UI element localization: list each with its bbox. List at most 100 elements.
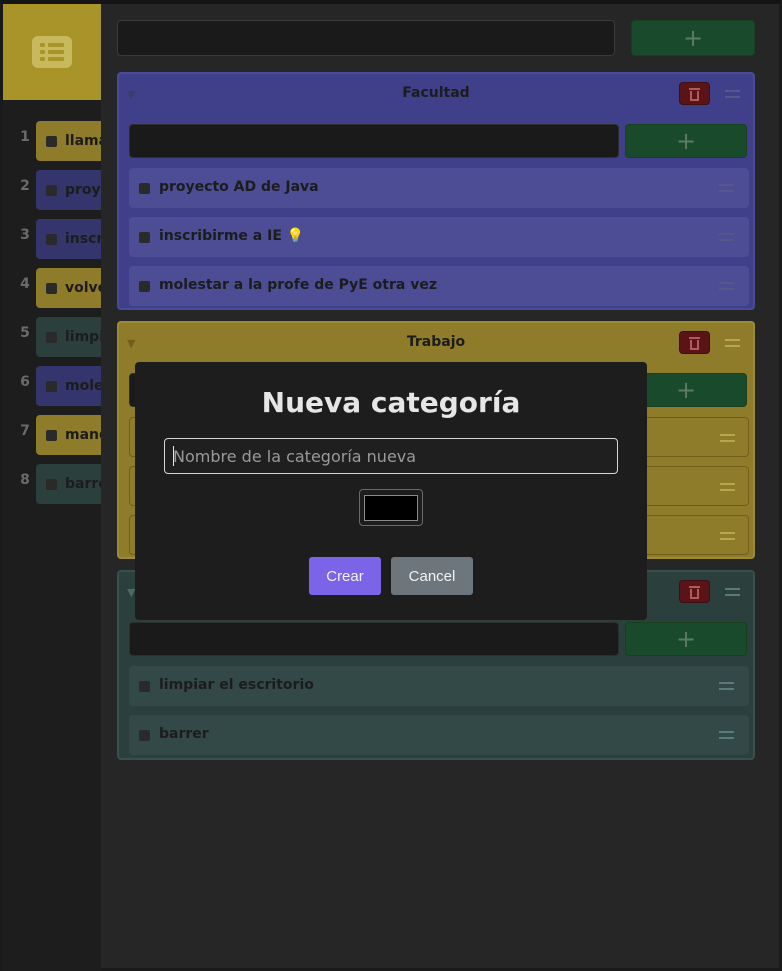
drag-handle-icon[interactable] — [719, 731, 734, 739]
sidebar-item-label: volver — [65, 280, 101, 296]
checkbox[interactable] — [139, 183, 150, 194]
plus-icon: + — [675, 127, 697, 155]
plus-icon: + — [675, 625, 697, 653]
drag-handle-icon[interactable] — [719, 282, 734, 290]
drag-handle-icon[interactable] — [725, 90, 740, 98]
drag-handle-icon[interactable] — [720, 434, 735, 442]
sidebar-row: 8 barrer — [3, 464, 101, 513]
category-card: ▼ Facultad + proyecto AD de Java inscrib… — [117, 72, 755, 310]
color-picker[interactable] — [359, 489, 423, 526]
row-number: 1 — [20, 129, 30, 145]
drag-handle-icon[interactable] — [719, 682, 734, 690]
task-item[interactable]: limpiar el escritorio — [129, 666, 749, 706]
new-task-input[interactable] — [117, 20, 615, 56]
trash-icon — [689, 88, 700, 90]
drag-handle-icon[interactable] — [719, 233, 734, 241]
trash-icon — [689, 337, 700, 339]
category-task-input[interactable] — [129, 622, 619, 656]
sidebar-item[interactable]: molestar — [36, 366, 101, 406]
category-title: Trabajo — [406, 334, 466, 350]
checkbox[interactable] — [46, 429, 57, 441]
category-task-input[interactable] — [129, 124, 619, 158]
cancel-button[interactable]: Cancel — [391, 557, 473, 595]
logo[interactable] — [3, 4, 101, 100]
task-item[interactable]: molestar a la profe de PyE otra vez — [129, 266, 749, 306]
list-icon — [32, 36, 72, 68]
checkbox[interactable] — [139, 232, 150, 243]
new-category-modal: Nueva categoría Crear Cancel — [135, 362, 647, 620]
category-header: ▼ Trabajo — [119, 323, 753, 363]
row-number: 7 — [20, 423, 30, 439]
drag-handle-icon[interactable] — [725, 339, 740, 347]
create-button[interactable]: Crear — [309, 557, 381, 595]
sidebar-item[interactable]: manda — [36, 415, 101, 455]
checkbox[interactable] — [46, 184, 57, 196]
row-number: 2 — [20, 178, 30, 194]
row-number: 5 — [20, 325, 30, 341]
add-category-button[interactable]: + — [631, 20, 755, 56]
drag-handle-icon[interactable] — [720, 532, 735, 540]
task-item[interactable]: proyecto AD de Java — [129, 168, 749, 208]
delete-category-button[interactable] — [679, 331, 710, 354]
task-item[interactable]: inscribirme a IE 💡 — [129, 217, 749, 257]
sidebar-row: 5 limpiar — [3, 317, 101, 366]
sidebar-item-label: manda — [65, 427, 101, 443]
text-cursor — [173, 446, 174, 466]
app-window: 1 llamar 2 proyecto 3 inscribirme — [0, 0, 782, 971]
sidebar-item[interactable]: inscribirme — [36, 219, 101, 259]
sidebar-row: 6 molestar — [3, 366, 101, 415]
sidebar-row: 3 inscribirme — [3, 219, 101, 268]
sidebar-list: 1 llamar 2 proyecto 3 inscribirme — [3, 121, 101, 513]
task-label: molestar a la profe de PyE otra vez — [159, 277, 437, 293]
drag-handle-icon[interactable] — [719, 184, 734, 192]
task-label: inscribirme a IE 💡 — [159, 228, 305, 244]
checkbox[interactable] — [46, 380, 57, 392]
sidebar-item[interactable]: llamar — [36, 121, 101, 161]
sidebar-row: 7 manda — [3, 415, 101, 464]
color-swatch — [364, 494, 418, 521]
category-name-input[interactable] — [164, 438, 618, 474]
category-title: Facultad — [402, 85, 470, 101]
task-label: proyecto AD de Java — [159, 179, 319, 195]
sidebar-item-label: llamar — [65, 133, 101, 149]
add-task-button[interactable]: + — [625, 622, 747, 656]
delete-category-button[interactable] — [679, 580, 710, 603]
plus-icon: + — [675, 376, 697, 404]
trash-icon — [689, 586, 700, 588]
row-number: 6 — [20, 374, 30, 390]
sidebar-item-label: limpiar — [65, 329, 101, 345]
sidebar-row: 1 llamar — [3, 121, 101, 170]
checkbox[interactable] — [46, 233, 57, 245]
checkbox[interactable] — [46, 135, 57, 147]
checkbox[interactable] — [139, 681, 150, 692]
modal-title: Nueva categoría — [261, 386, 521, 419]
plus-icon: + — [682, 24, 704, 52]
sidebar-item-label: barrer — [65, 476, 101, 492]
task-label: limpiar el escritorio — [159, 677, 314, 693]
sidebar-item[interactable]: limpiar — [36, 317, 101, 357]
sidebar-row: 2 proyecto — [3, 170, 101, 219]
checkbox[interactable] — [139, 730, 150, 741]
sidebar-item-label: proyecto — [65, 182, 101, 198]
sidebar-item[interactable]: proyecto — [36, 170, 101, 210]
delete-category-button[interactable] — [679, 82, 710, 105]
sidebar-item[interactable]: volver — [36, 268, 101, 308]
row-number: 3 — [20, 227, 30, 243]
sidebar-row: 4 volver — [3, 268, 101, 317]
row-number: 8 — [20, 472, 30, 488]
drag-handle-icon[interactable] — [720, 483, 735, 491]
checkbox[interactable] — [139, 281, 150, 292]
add-task-button[interactable]: + — [625, 124, 747, 158]
row-number: 4 — [20, 276, 30, 292]
checkbox[interactable] — [46, 282, 57, 294]
sidebar-item-label: inscribirme — [65, 231, 101, 247]
checkbox[interactable] — [46, 478, 57, 490]
checkbox[interactable] — [46, 331, 57, 343]
sidebar-item-label: molestar — [65, 378, 101, 394]
task-label: barrer — [159, 726, 209, 742]
sidebar-item[interactable]: barrer — [36, 464, 101, 504]
category-header: ▼ Facultad — [119, 74, 753, 114]
sidebar: 1 llamar 2 proyecto 3 inscribirme — [3, 4, 101, 971]
task-item[interactable]: barrer — [129, 715, 749, 755]
drag-handle-icon[interactable] — [725, 588, 740, 596]
